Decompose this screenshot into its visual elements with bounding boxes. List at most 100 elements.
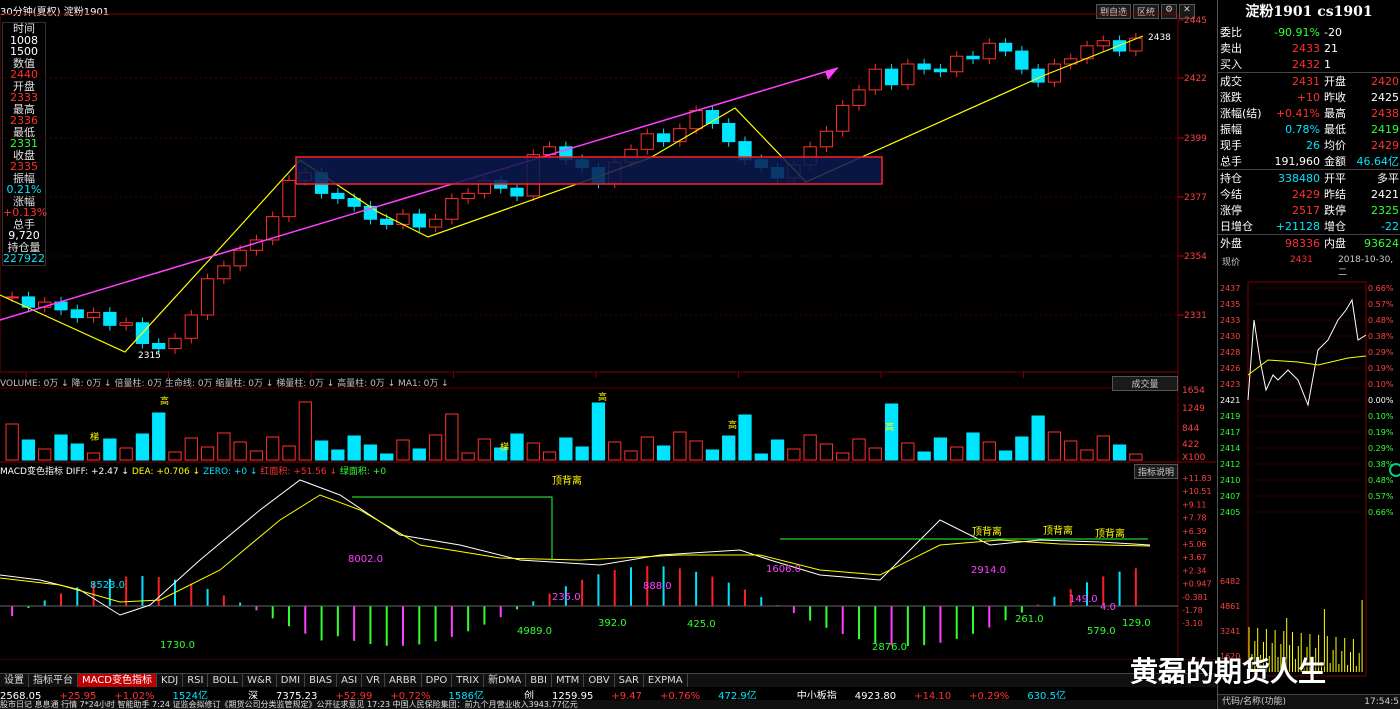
volume-bar (200, 446, 215, 461)
intraday-chart[interactable]: 2437 2435 2433 2430 2428 2426 2423 2421 2419 2417… (1218, 280, 1400, 694)
volume-bar (591, 402, 606, 461)
quote-row: 涨停 2517 跌停 2325 (1218, 202, 1400, 218)
macd-axis-label: +11.83 (1182, 474, 1212, 483)
mini-axis-left: 2419 (1220, 412, 1240, 421)
tab-16[interactable]: MTM (552, 674, 585, 687)
tab-1[interactable]: 指标平台 (29, 674, 78, 687)
tab-15[interactable]: BBI (526, 674, 552, 687)
quote-cell: -22 (1381, 219, 1399, 233)
tab-17[interactable]: OBV (584, 674, 615, 687)
tab-18[interactable]: SAR (615, 674, 644, 687)
macd-area-label: 4.0 (1100, 602, 1116, 613)
volume-bar (803, 434, 817, 461)
quote-cell: 2432 (1292, 57, 1321, 71)
volume-bar (1064, 440, 1078, 461)
quote-cell: 昨收 (1324, 91, 1347, 104)
scroll-handle-icon (1389, 463, 1400, 477)
quote-cell: 总手 (1220, 155, 1242, 168)
tab-4[interactable]: RSI (183, 674, 209, 687)
quote-cell: 现手 (1220, 139, 1242, 152)
indicator-help-button[interactable]: 指标说明 (1134, 464, 1179, 479)
index-value: 中小板指 (796, 691, 837, 699)
price-tick-label: 2445 (1184, 16, 1207, 26)
macd-axis-label: +5.06 (1182, 540, 1207, 549)
candle-body (852, 89, 866, 106)
volume-bar (1080, 449, 1094, 461)
tab-3[interactable]: KDJ (157, 674, 184, 687)
macd-name[interactable]: MACD变色指标 (0, 467, 63, 477)
volume-bar (331, 449, 345, 461)
volume-bar (477, 438, 492, 461)
tab-5[interactable]: BOLL (208, 674, 244, 687)
tab-8[interactable]: BIAS (305, 674, 338, 687)
quote-row: 今结 2429 昨结 2421 (1218, 186, 1400, 202)
candle-body (217, 265, 231, 280)
volume-bar (298, 401, 312, 461)
volume-bar (249, 450, 264, 461)
tab-9[interactable]: ASI (337, 674, 363, 687)
volume-bar (722, 435, 736, 461)
quote-cell (1350, 24, 1400, 40)
volume-high-tag: 高 (885, 421, 894, 433)
macd-dea: DEA: +0.706 ↓ (131, 467, 201, 477)
volume-bar (461, 452, 475, 461)
macd-axis-label: +3.67 (1182, 553, 1207, 562)
volume-bar (363, 444, 378, 461)
candle-body (461, 192, 475, 200)
quote-cell: 开盘 (1324, 75, 1347, 88)
tab-6[interactable]: W&R (243, 674, 277, 687)
candles (5, 32, 1143, 354)
tab-11[interactable]: ARBR (385, 674, 422, 687)
index-value: +1.02% (114, 691, 155, 699)
volume-bar (1112, 444, 1127, 461)
mini-axis-right: 0.57% (1368, 492, 1394, 501)
tab-13[interactable]: TRIX (452, 674, 485, 687)
quote-row: 涨幅(结) +0.41% 最高 2438 (1218, 105, 1400, 121)
volume-bar (445, 413, 459, 461)
tab-14[interactable]: 新DMA (484, 674, 527, 687)
tab-12[interactable]: DPO (422, 674, 453, 687)
quote-cell: 涨停 (1220, 204, 1242, 217)
tab-2[interactable]: MACD变色指标 (78, 674, 157, 687)
macd-area-label: 2914.0 (971, 565, 1006, 576)
quote-row: 委比 -90.91% -20 (1218, 24, 1400, 40)
mini-axis-left: 2428 (1220, 348, 1240, 357)
quote-cell: 跌停 (1324, 204, 1347, 217)
mini-axis-left: 2437 (1220, 284, 1240, 293)
quote-cell: +0.41% (1275, 106, 1321, 120)
mini-axis-right: 0.48% (1368, 316, 1394, 325)
macd-area-label: 2876.0 (872, 642, 907, 653)
quote-cell: 191,960 (1274, 154, 1321, 168)
volume-high-tag: 高 (160, 395, 169, 407)
macd-area-label: 261.0 (1015, 614, 1044, 625)
mini-axis-right: 0.10% (1368, 412, 1394, 421)
volume-selector-button[interactable]: 成交量 (1112, 376, 1178, 391)
tab-19[interactable]: EXPMA (644, 674, 688, 687)
code-input-tab[interactable]: 代码/名称(功能) 17:54:5 (1218, 694, 1400, 709)
index-value: +14.10 (914, 691, 952, 699)
quote-cell: 2419 (1371, 122, 1399, 136)
tab-0[interactable]: 设置 (0, 674, 29, 687)
quote-cell: 日增仓 (1220, 220, 1253, 233)
news-ticker[interactable]: 股市日记 息息通 行情 7*24小时 智能助手 7:24 证监会拟修订《期货公司… (0, 700, 1216, 709)
candle-body (119, 322, 133, 326)
quote-row: 现手 26 均价 2429 (1218, 137, 1400, 153)
volume-bar (86, 452, 101, 461)
quote-title: 淀粉1901 cs1901 (1245, 4, 1373, 20)
candle-body (998, 42, 1013, 52)
kline-chart[interactable]: 2445 2422 2399 2377 2354 2331 1654 1249 844 422 X1… (0, 0, 1216, 660)
macd-green-area: 绿面积: +0 (339, 467, 387, 477)
volume-bar (542, 451, 557, 461)
volume-bar (624, 450, 638, 461)
tab-7[interactable]: DMI (277, 674, 306, 687)
volume-bar (1096, 435, 1110, 461)
low-label: 2315 (138, 351, 161, 361)
mini-axis-right: 0.29% (1368, 348, 1394, 357)
mini-axis-left: 2430 (1220, 332, 1240, 341)
quote-cell: 买入 (1220, 58, 1242, 71)
candle-body (168, 337, 182, 350)
quote-cell: 2420 (1371, 74, 1399, 88)
volume-bar (21, 439, 36, 461)
tab-10[interactable]: VR (362, 674, 386, 687)
candle-body (689, 110, 703, 130)
